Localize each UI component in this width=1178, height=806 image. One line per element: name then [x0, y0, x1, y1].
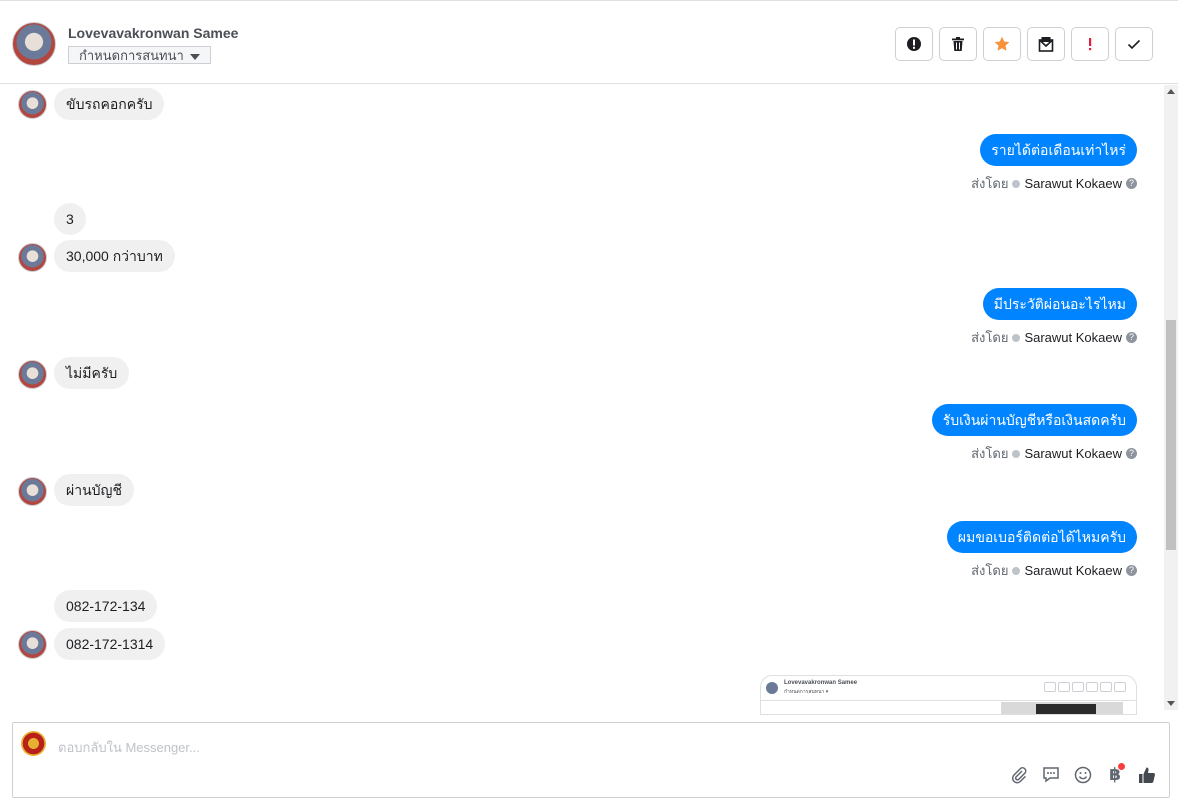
help-icon[interactable]: ?	[1126, 448, 1137, 459]
status-dot-icon	[1012, 179, 1021, 188]
mini-divider	[761, 700, 1136, 701]
sender-avatar[interactable]	[18, 477, 47, 506]
sent-by-row: ส่งโดย Sarawut Kokaew ?	[971, 560, 1137, 581]
contact-avatar[interactable]	[12, 22, 56, 66]
conversation-settings-dropdown[interactable]: กำหนดการสนทนา	[68, 46, 211, 64]
reply-composer[interactable]: ตอบกลับใน Messenger... ฿	[12, 722, 1170, 798]
sender-name[interactable]: Sarawut Kokaew	[1024, 176, 1122, 191]
mark-done-button[interactable]	[1115, 27, 1153, 61]
sender-name[interactable]: Sarawut Kokaew	[1024, 330, 1122, 345]
sent-by-label: ส่งโดย	[971, 330, 1009, 345]
trash-icon	[952, 37, 964, 51]
conversation-settings-label: กำหนดการสนทนา	[79, 48, 184, 63]
delete-button[interactable]	[939, 27, 977, 61]
scroll-up-icon[interactable]	[1167, 89, 1175, 94]
sender-avatar[interactable]	[18, 243, 47, 272]
report-spam-button[interactable]	[895, 27, 933, 61]
star-button[interactable]	[983, 27, 1021, 61]
sent-by-label: ส่งโดย	[971, 176, 1009, 191]
emoji-button[interactable]	[1073, 765, 1093, 785]
outgoing-message[interactable]: มีประวัติผ่อนอะไรไหม	[982, 288, 1137, 320]
mini-avatar	[766, 682, 778, 694]
status-dot-icon	[1012, 333, 1021, 342]
saved-replies-button[interactable]	[1041, 765, 1061, 785]
sent-by-label: ส่งโดย	[971, 563, 1009, 578]
check-icon	[1127, 39, 1141, 50]
composer-toolbar: ฿	[1009, 763, 1157, 785]
outgoing-message[interactable]: รับเงินผ่านบัญชีหรือเงินสดครับ	[931, 404, 1137, 436]
thread-scrollbar[interactable]	[1164, 85, 1178, 710]
contact-name[interactable]: Lovevavakronwan Samee	[68, 25, 238, 41]
incoming-message[interactable]: ไม่มีครับ	[54, 357, 130, 389]
status-dot-icon	[1012, 566, 1021, 575]
mini-settings-label: กำหนดการสนทนา ▾	[784, 689, 829, 695]
like-button[interactable]	[1137, 765, 1157, 785]
sent-by-row: ส่งโดย Sarawut Kokaew ?	[971, 443, 1137, 464]
mini-photo-dark	[1036, 704, 1096, 714]
status-dot-icon	[1012, 449, 1021, 458]
sent-by-row: ส่งโดย Sarawut Kokaew ?	[971, 173, 1137, 194]
incoming-message[interactable]: 3	[54, 203, 86, 235]
mini-action-buttons	[1044, 682, 1126, 692]
mini-contact-name: Lovevavakronwan Samee	[784, 680, 858, 686]
saved-reply-icon	[1043, 767, 1059, 783]
incoming-message[interactable]: 082-172-134	[54, 590, 158, 622]
paperclip-icon	[1011, 767, 1027, 784]
mark-unread-button[interactable]	[1027, 27, 1065, 61]
exclamation-icon	[1089, 38, 1092, 51]
conversation-actions	[895, 27, 1153, 61]
sender-avatar[interactable]	[18, 90, 47, 119]
thumbs-up-icon	[1139, 767, 1155, 783]
conversation-header: Lovevavakronwan Samee กำหนดการสนทนา	[0, 0, 1178, 84]
outgoing-message[interactable]: ผมขอเบอร์ติดต่อได้ไหมครับ	[946, 521, 1137, 553]
follow-up-button[interactable]	[1071, 27, 1109, 61]
payment-button[interactable]: ฿	[1105, 763, 1125, 785]
sender-avatar[interactable]	[18, 630, 47, 659]
sent-by-label: ส่งโดย	[971, 446, 1009, 461]
emoji-icon	[1074, 766, 1092, 784]
help-icon[interactable]: ?	[1126, 178, 1137, 189]
scrollbar-thumb[interactable]	[1166, 320, 1176, 550]
sender-name[interactable]: Sarawut Kokaew	[1024, 563, 1122, 578]
outgoing-message[interactable]: รายได้ต่อเดือนเท่าไหร่	[980, 134, 1137, 166]
page-avatar	[21, 731, 46, 756]
attach-file-button[interactable]	[1009, 765, 1029, 785]
star-icon	[994, 36, 1010, 51]
incoming-message[interactable]: ผ่านบัญชี	[54, 474, 134, 506]
incoming-message[interactable]: 30,000 กว่าบาท	[54, 240, 175, 272]
sent-by-row: ส่งโดย Sarawut Kokaew ?	[971, 327, 1137, 348]
message-thread: ขับรถคอกครับ รายได้ต่อเดือนเท่าไหร่ ส่งโ…	[0, 85, 1178, 710]
incoming-message[interactable]: 082-172-1314	[54, 628, 166, 660]
notification-dot	[1118, 763, 1125, 770]
sender-avatar[interactable]	[18, 360, 47, 389]
help-icon[interactable]: ?	[1126, 565, 1137, 576]
scroll-down-icon[interactable]	[1167, 701, 1175, 706]
image-attachment-message[interactable]: Lovevavakronwan Samee กำหนดการสนทนา ▾	[760, 675, 1137, 715]
help-icon[interactable]: ?	[1126, 332, 1137, 343]
reply-input[interactable]: ตอบกลับใน Messenger...	[58, 737, 200, 758]
caret-down-icon	[189, 53, 200, 60]
incoming-message[interactable]: ขับรถคอกครับ	[54, 88, 165, 120]
sender-name[interactable]: Sarawut Kokaew	[1024, 446, 1122, 461]
mark-unread-icon	[1038, 37, 1054, 52]
alert-circle-icon	[907, 37, 921, 51]
